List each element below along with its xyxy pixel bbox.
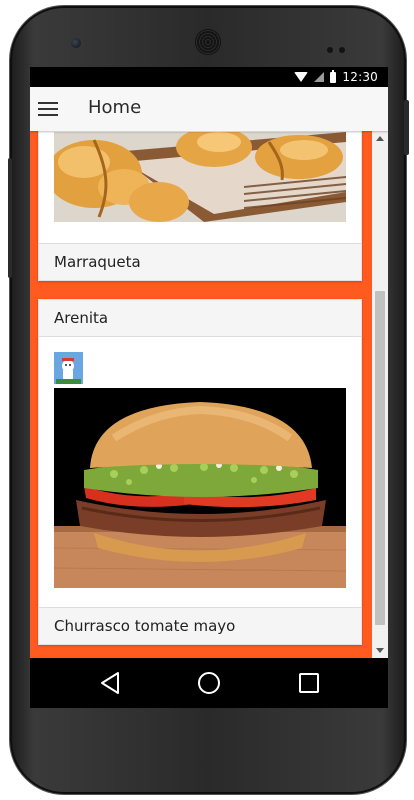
food-name: Marraqueta	[54, 253, 141, 271]
proximity-sensor	[327, 38, 355, 53]
status-time: 12:30	[342, 70, 378, 84]
author-name: Arenita	[54, 309, 109, 327]
food-card[interactable]: Marraqueta	[38, 131, 362, 281]
feed-list[interactable]: Marraqueta Arenita Churrasco tomate mayo	[30, 131, 372, 658]
device-screen: 12:30 Home Marraqueta Arenita Churrasco …	[30, 67, 388, 658]
hamburger-menu-icon[interactable]	[38, 102, 58, 116]
marraqueta-bread-photo	[54, 132, 346, 222]
scroll-down-arrow-icon[interactable]	[376, 648, 384, 653]
wifi-icon	[294, 72, 309, 82]
vertical-scrollbar[interactable]	[372, 131, 388, 658]
battery-icon	[330, 69, 337, 83]
front-camera	[71, 38, 81, 48]
churrasco-burger-photo	[54, 388, 346, 588]
status-bar: 12:30	[30, 67, 388, 87]
back-icon[interactable]	[98, 670, 124, 696]
earpiece-speaker	[196, 30, 220, 54]
card-footer: Churrasco tomate mayo	[39, 607, 361, 644]
home-icon[interactable]	[196, 670, 222, 696]
avatar-thumbnail[interactable]	[54, 352, 83, 384]
page-title: Home	[88, 97, 142, 118]
scrollbar-thumb[interactable]	[375, 291, 385, 625]
food-name: Churrasco tomate mayo	[54, 617, 236, 635]
power-button	[404, 100, 409, 155]
volume-button	[8, 158, 12, 278]
recents-icon[interactable]	[296, 670, 322, 696]
navigation-bar	[30, 658, 388, 708]
card-footer: Marraqueta	[39, 243, 361, 280]
app-bar: Home	[30, 87, 388, 131]
food-card[interactable]: Arenita Churrasco tomate mayo	[38, 299, 362, 645]
scroll-up-arrow-icon[interactable]	[376, 136, 384, 141]
signal-icon	[314, 72, 325, 82]
card-header: Arenita	[39, 300, 361, 337]
